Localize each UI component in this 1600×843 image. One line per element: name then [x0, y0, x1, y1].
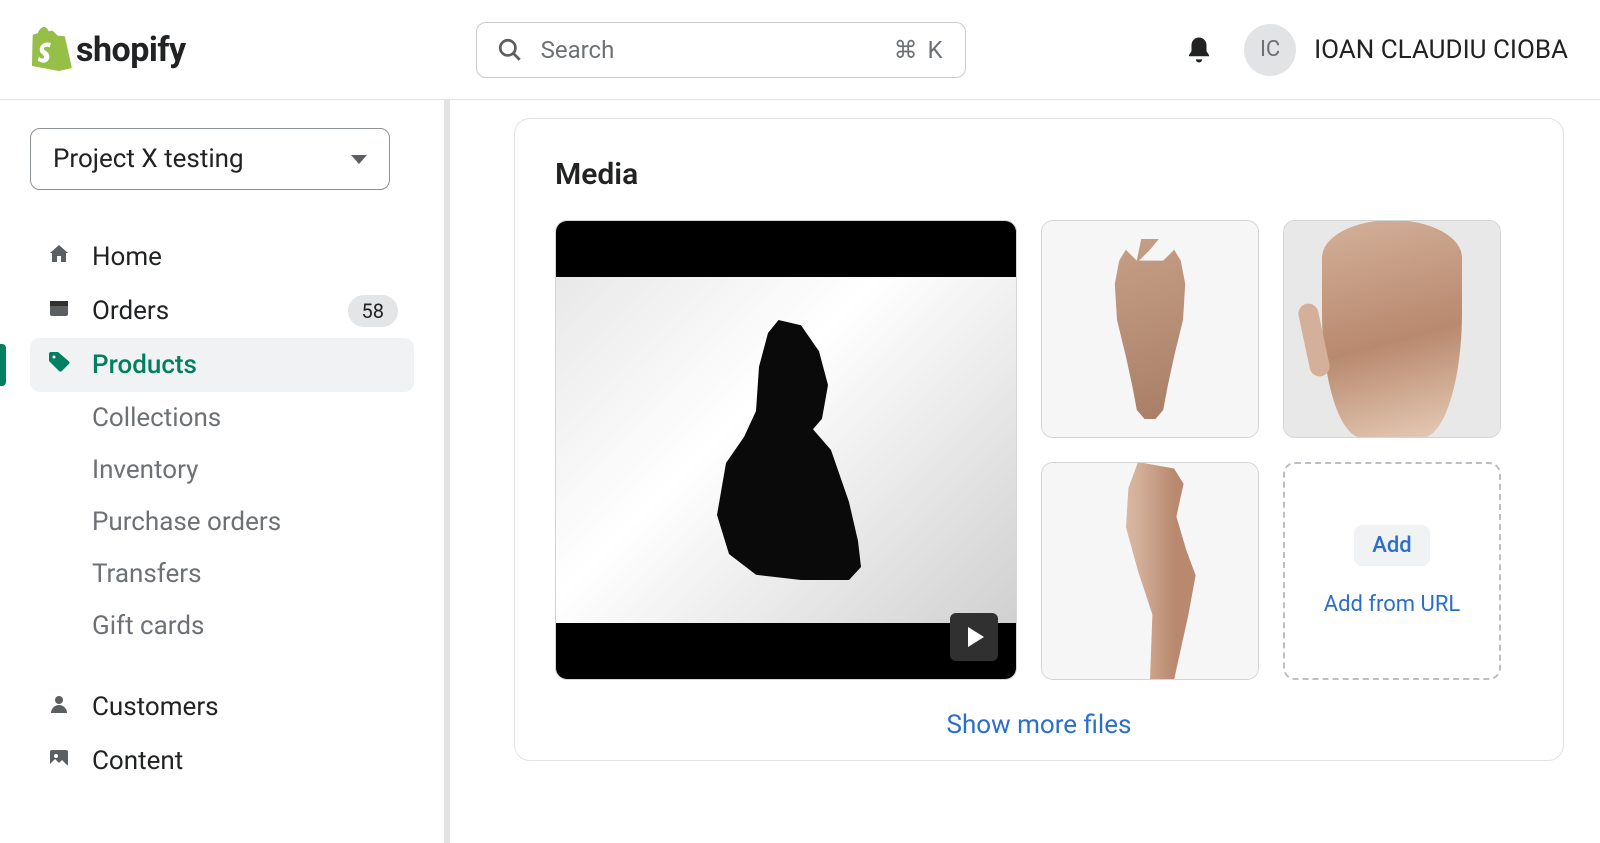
- media-primary-video[interactable]: [555, 220, 1017, 680]
- nav-label: Customers: [92, 692, 219, 722]
- media-thumb-1[interactable]: [1041, 220, 1259, 438]
- main-content: Media Add: [450, 100, 1600, 843]
- avatar: IC: [1244, 24, 1296, 76]
- store-selector[interactable]: Project X testing: [30, 128, 390, 190]
- product-thumbnail: [1090, 462, 1210, 680]
- nav-purchase-orders[interactable]: Purchase orders: [30, 496, 414, 548]
- nav-label: Orders: [92, 296, 169, 326]
- card-title: Media: [555, 157, 1523, 192]
- chevron-down-icon: [351, 155, 367, 164]
- shoe-thumbnail: [711, 320, 861, 580]
- add-media-button[interactable]: Add: [1354, 525, 1429, 566]
- tag-icon: [46, 350, 72, 381]
- nav-content[interactable]: Content: [30, 734, 414, 788]
- media-thumb-3[interactable]: [1041, 462, 1259, 680]
- add-from-url-link[interactable]: Add from URL: [1324, 592, 1460, 617]
- media-upload-tile[interactable]: Add Add from URL: [1283, 462, 1501, 680]
- nav-orders[interactable]: Orders 58: [30, 284, 414, 338]
- product-thumbnail: [1095, 239, 1205, 419]
- store-name: Project X testing: [53, 144, 244, 174]
- header: shopify Search ⌘ K IC IOAN CLAUDIU CIOBA: [0, 0, 1600, 100]
- nav-customers[interactable]: Customers: [30, 680, 414, 734]
- user-menu[interactable]: IC IOAN CLAUDIU CIOBA: [1244, 24, 1568, 76]
- search-bar[interactable]: Search ⌘ K: [476, 22, 966, 78]
- orders-icon: [46, 296, 72, 327]
- nav-label: Purchase orders: [92, 507, 281, 537]
- nav-transfers[interactable]: Transfers: [30, 548, 414, 600]
- nav-label: Transfers: [92, 559, 202, 589]
- play-icon: [950, 613, 998, 661]
- nav-label: Content: [92, 746, 183, 776]
- shopify-bag-icon: [32, 27, 72, 73]
- search-shortcut: ⌘ K: [894, 36, 945, 64]
- nav-products[interactable]: Products: [30, 338, 414, 392]
- nav-inventory[interactable]: Inventory: [30, 444, 414, 496]
- search-placeholder: Search: [541, 36, 894, 64]
- media-grid: Add Add from URL: [555, 220, 1523, 680]
- show-more-files-link[interactable]: Show more files: [555, 710, 1523, 740]
- nav-gift-cards[interactable]: Gift cards: [30, 600, 414, 652]
- logo-text: shopify: [76, 30, 186, 70]
- bell-icon[interactable]: [1184, 35, 1214, 65]
- logo[interactable]: shopify: [32, 27, 186, 73]
- product-thumbnail: [1322, 220, 1462, 438]
- nav-label: Collections: [92, 403, 221, 433]
- nav-label: Gift cards: [92, 611, 204, 641]
- username: IOAN CLAUDIU CIOBA: [1314, 35, 1568, 65]
- media-thumb-2[interactable]: [1283, 220, 1501, 438]
- nav-list: Home Orders 58 Products Collections Inve…: [30, 230, 414, 788]
- header-right: IC IOAN CLAUDIU CIOBA: [1184, 24, 1568, 76]
- media-card: Media Add: [514, 118, 1564, 761]
- orders-badge: 58: [348, 295, 398, 327]
- person-icon: [46, 692, 72, 723]
- nav-label: Inventory: [92, 455, 198, 485]
- home-icon: [46, 242, 72, 273]
- nav-home[interactable]: Home: [30, 230, 414, 284]
- image-icon: [46, 746, 72, 777]
- nav-label: Home: [92, 242, 162, 272]
- search-icon: [497, 37, 523, 63]
- sidebar: Project X testing Home Orders 58: [0, 100, 450, 843]
- nav-collections[interactable]: Collections: [30, 392, 414, 444]
- nav-label: Products: [92, 350, 197, 380]
